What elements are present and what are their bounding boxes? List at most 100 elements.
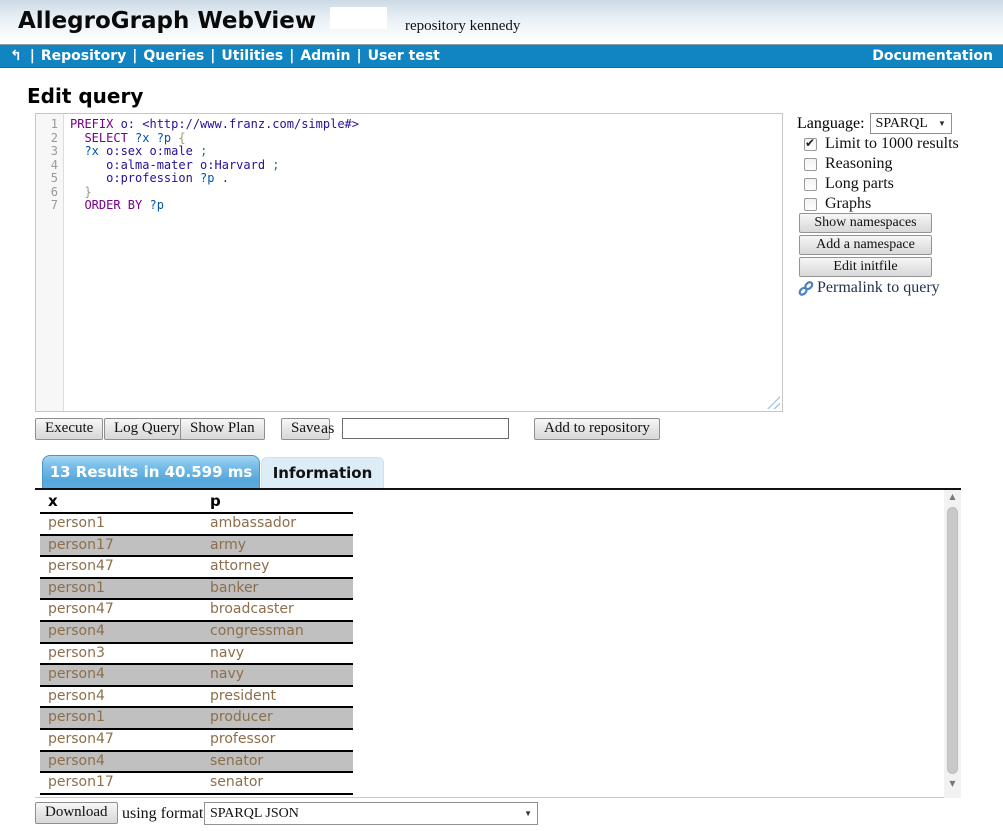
code-area[interactable]: PREFIX o: <http://www.franz.com/simple#>… (64, 114, 782, 411)
results-header-row: x p (40, 490, 353, 513)
table-row: person17senator (40, 772, 353, 794)
line-number: 5 (36, 172, 63, 186)
scroll-up-icon[interactable]: ▲ (944, 492, 961, 507)
tab-information[interactable]: Information (261, 457, 384, 488)
cell-p: producer (202, 707, 353, 729)
graphs-checkbox[interactable] (804, 198, 817, 211)
line-number: 2 (36, 132, 63, 146)
cell-x: person4 (40, 621, 202, 643)
cell-x: person17 (40, 535, 202, 557)
language-row: Language: SPARQL ▼ (797, 113, 952, 134)
language-select[interactable]: SPARQL ▼ (870, 113, 952, 134)
checkbox-row-limit: Limit to 1000 results (804, 134, 959, 154)
cell-p: navy (202, 643, 353, 665)
nav-item-queries[interactable]: Queries (143, 48, 204, 64)
chain-link-icon (797, 280, 815, 297)
code-line: ?x o:sex o:male ; (70, 145, 782, 159)
cell-x: person4 (40, 664, 202, 686)
cell-x: person4 (40, 686, 202, 708)
results-table: x p person1ambassador person17army perso… (40, 490, 353, 795)
show-namespaces-button[interactable]: Show namespaces (799, 213, 932, 233)
cell-p: navy (202, 664, 353, 686)
repository-label: repository kennedy (405, 18, 520, 35)
resize-grip-icon[interactable] (767, 396, 780, 409)
log-query-button[interactable]: Log Query (104, 418, 189, 440)
checkbox-row-reasoning: Reasoning (804, 154, 893, 174)
cell-p: attorney (202, 556, 353, 578)
cell-p: ambassador (202, 513, 353, 535)
format-select-value: SPARQL JSON (210, 806, 299, 822)
cell-x: person4 (40, 751, 202, 773)
download-button[interactable]: Download (35, 802, 118, 824)
column-header-p: p (202, 490, 353, 513)
format-label: using format (122, 805, 203, 823)
table-row: person47professor (40, 729, 353, 751)
cell-p: president (202, 686, 353, 708)
line-number: 3 (36, 145, 63, 159)
cell-x: person1 (40, 578, 202, 600)
table-row: person47attorney (40, 556, 353, 578)
limit-checkbox[interactable] (804, 138, 817, 151)
nav-item-documentation[interactable]: Documentation (872, 48, 993, 64)
nav-item-admin[interactable]: Admin (300, 48, 350, 64)
line-number: 7 (36, 199, 63, 213)
nav-item-utilities[interactable]: Utilities (221, 48, 283, 64)
nav-separator: | (132, 48, 137, 64)
code-line: PREFIX o: <http://www.franz.com/simple#> (70, 118, 782, 132)
query-editor[interactable]: 1 2 3 4 5 6 7 PREFIX o: <http://www.fran… (35, 113, 783, 412)
blank-box (330, 7, 387, 29)
nav-separator: | (357, 48, 362, 64)
save-name-input[interactable] (342, 418, 509, 439)
app-title: AllegroGraph WebView (18, 8, 316, 34)
chevron-down-icon: ▼ (524, 809, 532, 818)
table-row: person1producer (40, 707, 353, 729)
show-plan-button[interactable]: Show Plan (180, 418, 265, 440)
long-parts-checkbox-label: Long parts (825, 175, 894, 193)
cell-x: person47 (40, 556, 202, 578)
results-panel: x p person1ambassador person17army perso… (35, 488, 961, 798)
code-line: } (70, 186, 782, 200)
tab-results[interactable]: 13 Results in 40.599 ms (42, 455, 260, 488)
page-title: Edit query (27, 84, 143, 108)
header: AllegroGraph WebView repository kennedy (0, 0, 1003, 43)
nav-separator: | (210, 48, 215, 64)
code-line: SELECT ?x ?p { (70, 132, 782, 146)
reasoning-checkbox-label: Reasoning (825, 155, 893, 173)
line-number-gutter: 1 2 3 4 5 6 7 (36, 114, 64, 411)
back-arrow-icon[interactable]: ↰ (10, 48, 22, 64)
nav-item-repository[interactable]: Repository (41, 48, 126, 64)
scroll-down-icon[interactable]: ▼ (944, 779, 961, 794)
cell-x: person1 (40, 707, 202, 729)
format-select[interactable]: SPARQL JSON ▼ (204, 802, 538, 825)
execute-button[interactable]: Execute (35, 418, 103, 440)
long-parts-checkbox[interactable] (804, 178, 817, 191)
code-line: ORDER BY ?p (70, 199, 782, 213)
cell-p: senator (202, 751, 353, 773)
nav-item-user[interactable]: User test (368, 48, 440, 64)
column-header-x: x (40, 490, 202, 513)
cell-x: person17 (40, 772, 202, 794)
table-row: person4president (40, 686, 353, 708)
nav-separator: | (30, 48, 35, 64)
cell-p: senator (202, 772, 353, 794)
permalink-link[interactable]: Permalink to query (797, 279, 940, 297)
vertical-scrollbar[interactable]: ▲ ▼ (944, 490, 961, 798)
table-row: person47broadcaster (40, 599, 353, 621)
line-number: 4 (36, 159, 63, 173)
nav-separator: | (289, 48, 294, 64)
limit-checkbox-label: Limit to 1000 results (825, 135, 959, 153)
edit-initfile-button[interactable]: Edit initfile (799, 257, 932, 277)
code-line: o:profession ?p . (70, 172, 782, 186)
add-namespace-button[interactable]: Add a namespace (799, 235, 932, 255)
save-as-label: as (321, 420, 334, 438)
permalink-label: Permalink to query (817, 279, 940, 297)
cell-x: person3 (40, 643, 202, 665)
scrollbar-thumb[interactable] (947, 507, 958, 774)
table-row: person4congressman (40, 621, 353, 643)
checkbox-row-long-parts: Long parts (804, 174, 894, 194)
add-to-repository-button[interactable]: Add to repository (534, 418, 660, 440)
table-row: person1ambassador (40, 513, 353, 535)
table-row: person17army (40, 535, 353, 557)
reasoning-checkbox[interactable] (804, 158, 817, 171)
nav-bar: ↰ | Repository | Queries | Utilities | A… (0, 44, 1003, 68)
